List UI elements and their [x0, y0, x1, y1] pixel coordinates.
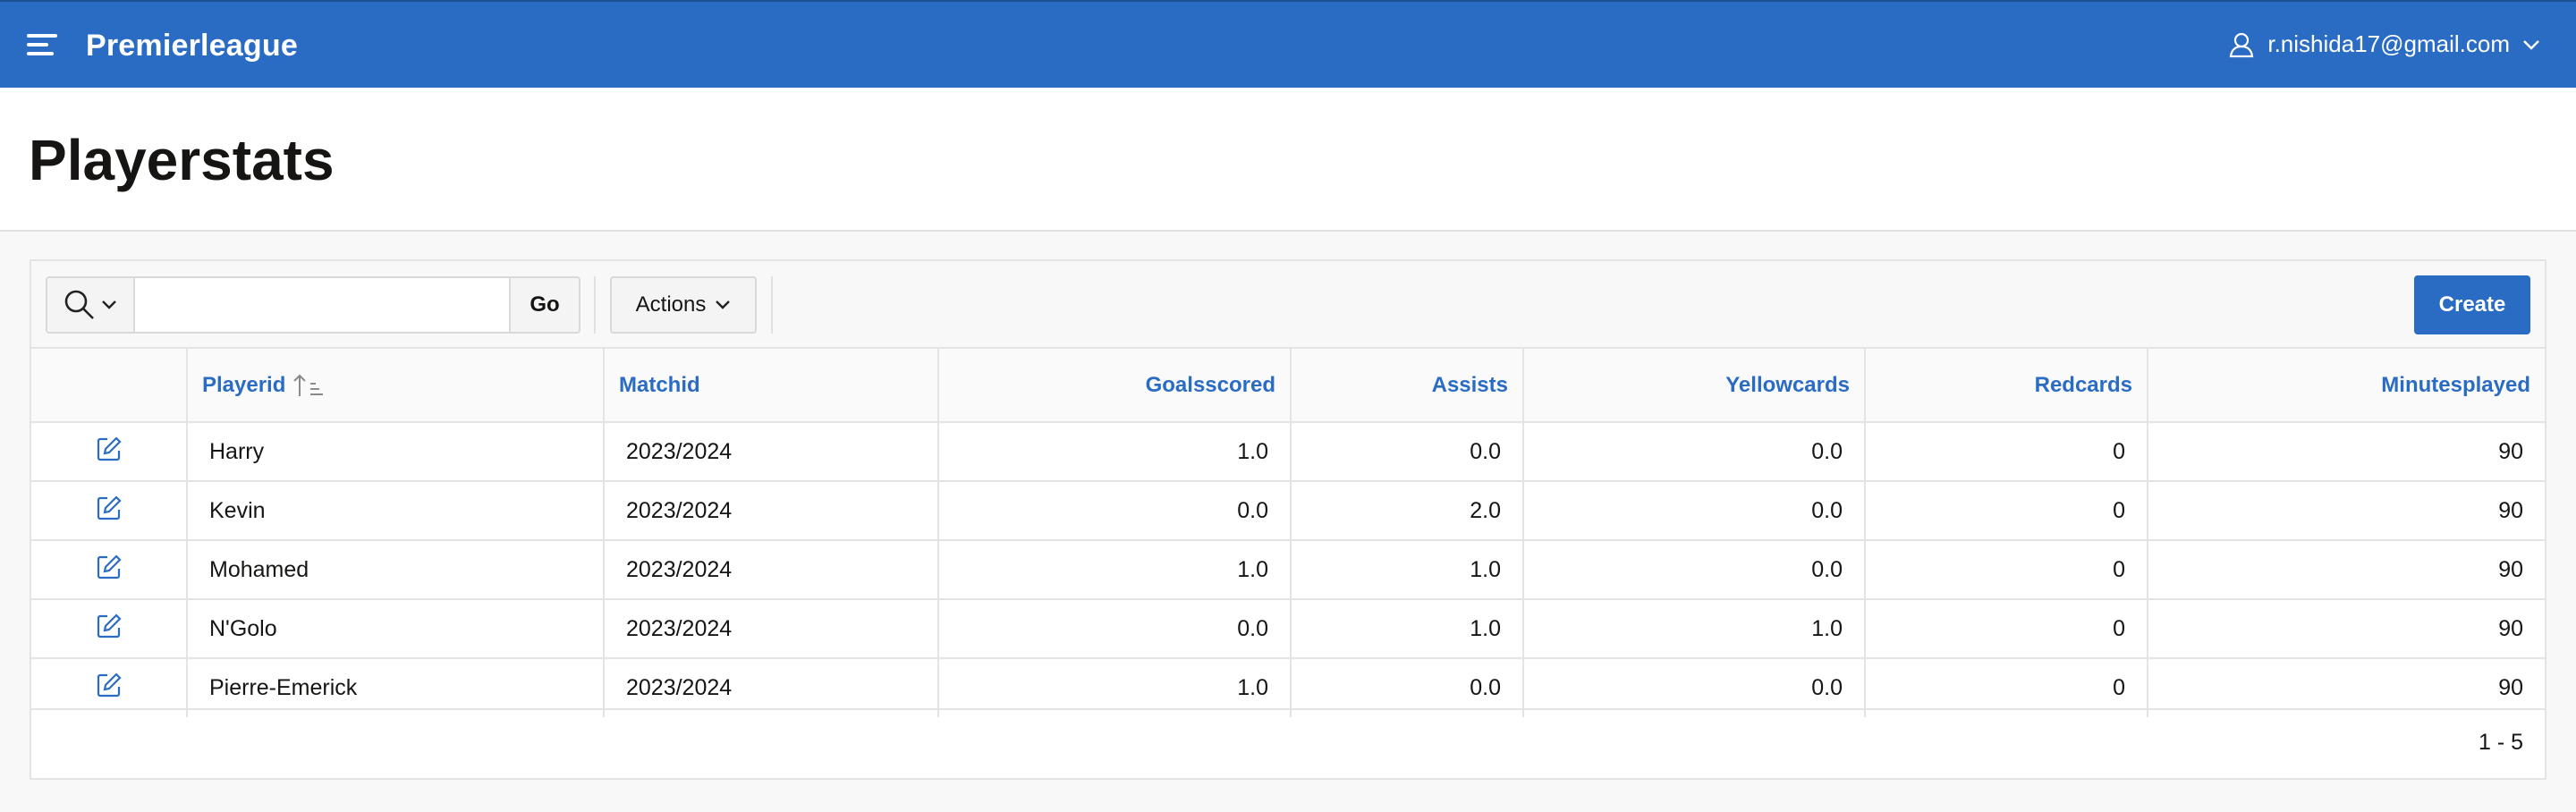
table-cell-goalsscored: 0.0 — [938, 480, 1292, 540]
table-cell-redcards: 0 — [1865, 598, 2148, 658]
edit-cell — [31, 421, 188, 481]
edit-icon[interactable] — [96, 613, 123, 646]
table-cell-matchid: 2023/2024 — [604, 421, 939, 481]
report-region: Go Actions Create Playerid Matchid Goals… — [30, 259, 2546, 780]
report-footer: 1 - 5 — [31, 708, 2545, 778]
table-cell-redcards: 0 — [1865, 421, 2148, 481]
chevron-down-icon — [102, 300, 116, 309]
table-cell-assists: 2.0 — [1291, 480, 1524, 540]
table-cell-redcards: 0 — [1865, 480, 2148, 540]
pagination-range: 1 - 5 — [2478, 730, 2523, 755]
create-button[interactable]: Create — [2414, 275, 2530, 334]
column-header-redcards[interactable]: Redcards — [1865, 349, 2148, 422]
table-cell-playerid: Kevin — [187, 480, 605, 540]
table-cell-assists: 1.0 — [1291, 539, 1524, 599]
column-header-assists[interactable]: Assists — [1291, 349, 1524, 422]
table-cell-playerid: N'Golo — [187, 598, 605, 658]
edit-cell — [31, 598, 188, 658]
table-cell-playerid: Harry — [187, 421, 605, 481]
search-input[interactable] — [135, 278, 509, 332]
search-bar: Go — [46, 276, 580, 334]
table-cell-minutesplayed: 90 — [2148, 421, 2545, 481]
column-header-playerid[interactable]: Playerid — [187, 349, 605, 422]
table-cell-playerid: Mohamed — [187, 539, 605, 599]
table-cell-goalsscored: 0.0 — [938, 598, 1292, 658]
table-cell-minutesplayed: 90 — [2148, 539, 2545, 599]
table-cell-matchid: 2023/2024 — [604, 598, 939, 658]
page-title-region: Playerstats — [0, 88, 2576, 232]
table-cell-minutesplayed: 90 — [2148, 480, 2545, 540]
table-cell-yellowcards: 0.0 — [1523, 480, 1866, 540]
column-header-goalsscored[interactable]: Goalsscored — [938, 349, 1292, 422]
toolbar-divider — [771, 276, 773, 334]
chevron-down-icon — [716, 300, 731, 309]
table-header-row: Playerid Matchid Goalsscored Assists Yel… — [31, 349, 2545, 422]
edit-cell — [31, 480, 188, 540]
search-column-selector[interactable] — [47, 278, 135, 332]
top-navigation-bar: Premierleague r.nishida17@gmail.com — [0, 0, 2576, 88]
table-cell-yellowcards: 0.0 — [1523, 539, 1866, 599]
menu-icon[interactable] — [27, 34, 57, 55]
column-header-matchid[interactable]: Matchid — [604, 349, 939, 422]
table-cell-yellowcards: 1.0 — [1523, 598, 1866, 658]
table-cell-matchid: 2023/2024 — [604, 480, 939, 540]
column-header-yellowcards[interactable]: Yellowcards — [1523, 349, 1866, 422]
actions-menu-button[interactable]: Actions — [610, 276, 757, 334]
app-title[interactable]: Premierleague — [86, 29, 298, 63]
column-header-minutesplayed[interactable]: Minutesplayed — [2148, 349, 2545, 422]
table-cell-minutesplayed: 90 — [2148, 598, 2545, 658]
table-cell-matchid: 2023/2024 — [604, 539, 939, 599]
table-cell-assists: 1.0 — [1291, 598, 1524, 658]
page-title: Playerstats — [29, 128, 335, 192]
report-toolbar: Go Actions Create — [31, 261, 2545, 349]
user-menu[interactable]: r.nishida17@gmail.com — [2228, 30, 2540, 58]
edit-icon[interactable] — [96, 672, 123, 705]
table-cell-redcards: 0 — [1865, 539, 2148, 599]
sort-ascending-icon — [293, 374, 324, 396]
actions-label: Actions — [635, 292, 707, 317]
table-row: Kevin 2023/2024 0.0 2.0 0.0 0 90 — [31, 480, 2545, 540]
report-table: Playerid Matchid Goalsscored Assists Yel… — [31, 349, 2545, 717]
column-header-label: Playerid — [202, 372, 286, 397]
table-cell-yellowcards: 0.0 — [1523, 421, 1866, 481]
user-icon — [2230, 32, 2254, 57]
user-email: r.nishida17@gmail.com — [2267, 30, 2510, 57]
toolbar-divider — [594, 276, 596, 334]
table-row: Mohamed 2023/2024 1.0 1.0 0.0 0 90 — [31, 539, 2545, 599]
edit-cell — [31, 539, 188, 599]
edit-icon[interactable] — [96, 554, 123, 587]
table-cell-goalsscored: 1.0 — [938, 421, 1292, 481]
search-icon — [64, 290, 94, 319]
go-button[interactable]: Go — [509, 278, 579, 332]
edit-column-header — [31, 349, 188, 422]
edit-icon[interactable] — [96, 436, 123, 469]
table-row: N'Golo 2023/2024 0.0 1.0 1.0 0 90 — [31, 598, 2545, 658]
table-row: Harry 2023/2024 1.0 0.0 0.0 0 90 — [31, 421, 2545, 481]
table-cell-assists: 0.0 — [1291, 421, 1524, 481]
chevron-down-icon — [2523, 39, 2539, 50]
edit-icon[interactable] — [96, 495, 123, 528]
table-cell-goalsscored: 1.0 — [938, 539, 1292, 599]
